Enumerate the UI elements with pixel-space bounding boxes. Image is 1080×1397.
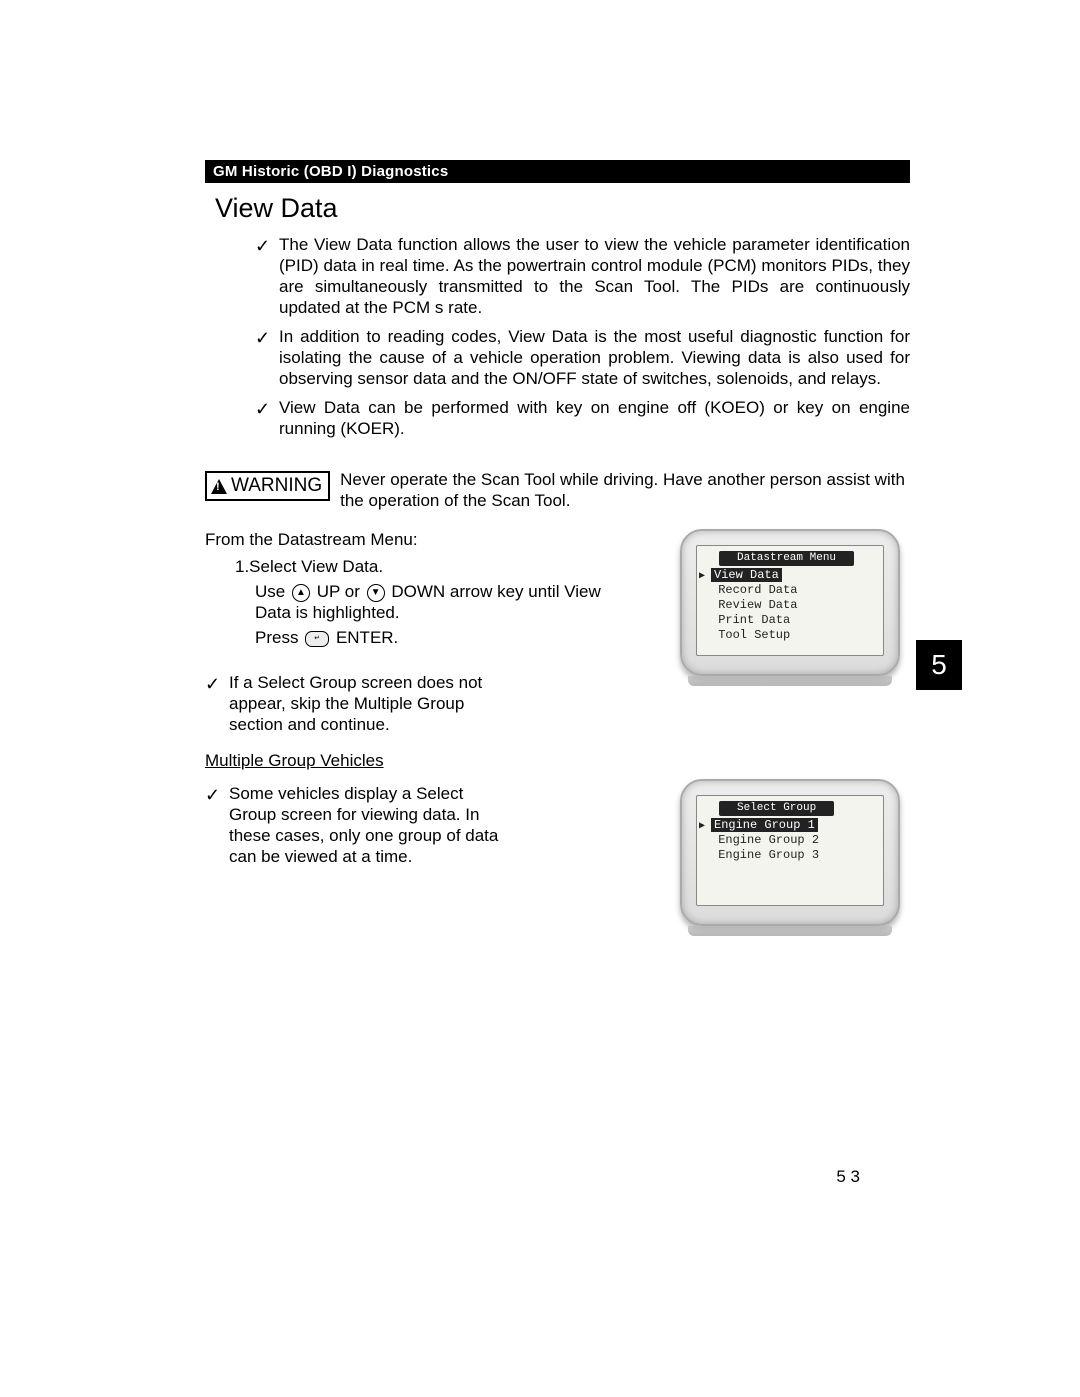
checkmark-icon: ✓ — [255, 326, 279, 389]
scan-tool-screen-datastream: Datastream MenuView Data Record Data Rev… — [696, 545, 884, 656]
chapter-header: GM Historic (OBD I) Diagnostics — [205, 160, 910, 183]
down-arrow-key-icon: ▼ — [367, 584, 385, 602]
multiple-group-text-col: ✓ Some vehicles display a Select Group s… — [205, 779, 650, 966]
step-block-1: From the Datastream Menu: 1.Select View … — [205, 529, 910, 743]
enter-key-icon: ↵ — [305, 631, 329, 647]
checkmark-icon: ✓ — [255, 234, 279, 318]
document-page: GM Historic (OBD I) Diagnostics View Dat… — [0, 0, 1080, 1397]
scan-tool-frame: Datastream MenuView Data Record Data Rev… — [680, 529, 900, 676]
multiple-group-text: Some vehicles display a Select Group scr… — [229, 783, 509, 867]
checkmark-icon: ✓ — [255, 397, 279, 439]
step-text: Use — [255, 582, 285, 601]
scan-tool-frame: Select GroupEngine Group 1 Engine Group … — [680, 779, 900, 926]
device-select-group: Select GroupEngine Group 1 Engine Group … — [680, 779, 910, 966]
section-tab: 5 — [916, 640, 962, 690]
step-text: Press — [255, 628, 298, 647]
scan-tool-base — [688, 676, 892, 686]
warning-label-text: WARNING — [231, 475, 322, 497]
page-title: View Data — [215, 193, 910, 224]
multiple-group-subheading: Multiple Group Vehicles — [205, 751, 910, 771]
intro-check-1: ✓ The View Data function allows the user… — [255, 234, 910, 318]
intro-text-3: View Data can be performed with key on e… — [279, 397, 910, 439]
intro-text-2: In addition to reading codes, View Data … — [279, 326, 910, 389]
scan-tool-screen-select-group: Select GroupEngine Group 1 Engine Group … — [696, 795, 884, 906]
intro-check-2: ✓ In addition to reading codes, View Dat… — [255, 326, 910, 389]
page-number: 5 3 — [836, 1167, 860, 1187]
intro-check-3: ✓ View Data can be performed with key on… — [255, 397, 910, 439]
step-block-2: ✓ Some vehicles display a Select Group s… — [205, 779, 910, 966]
step-text: ENTER. — [336, 628, 398, 647]
intro-text-1: The View Data function allows the user t… — [279, 234, 910, 318]
scan-tool-base — [688, 926, 892, 936]
step-1-detail-press: Press ↵ ENTER. — [255, 627, 650, 648]
warning-label: WARNING — [205, 471, 330, 501]
warning-block: WARNING Never operate the Scan Tool whil… — [205, 469, 910, 511]
checkmark-icon: ✓ — [205, 783, 229, 867]
after-step-check: ✓ If a Select Group screen does not appe… — [205, 672, 650, 735]
step-instructions: From the Datastream Menu: 1.Select View … — [205, 529, 650, 743]
step-intro: From the Datastream Menu: — [205, 529, 650, 550]
warning-text: Never operate the Scan Tool while drivin… — [340, 469, 910, 511]
after-step-text: If a Select Group screen does not appear… — [229, 672, 499, 735]
step-text: UP or — [317, 582, 360, 601]
step-1-detail-use: Use ▲ UP or ▼ DOWN arrow key until View … — [255, 581, 650, 623]
checkmark-icon: ✓ — [205, 672, 229, 735]
up-arrow-key-icon: ▲ — [292, 584, 310, 602]
device-datastream: Datastream MenuView Data Record Data Rev… — [680, 529, 910, 743]
step-1: 1.Select View Data. — [235, 556, 650, 577]
warning-triangle-icon — [211, 479, 227, 494]
